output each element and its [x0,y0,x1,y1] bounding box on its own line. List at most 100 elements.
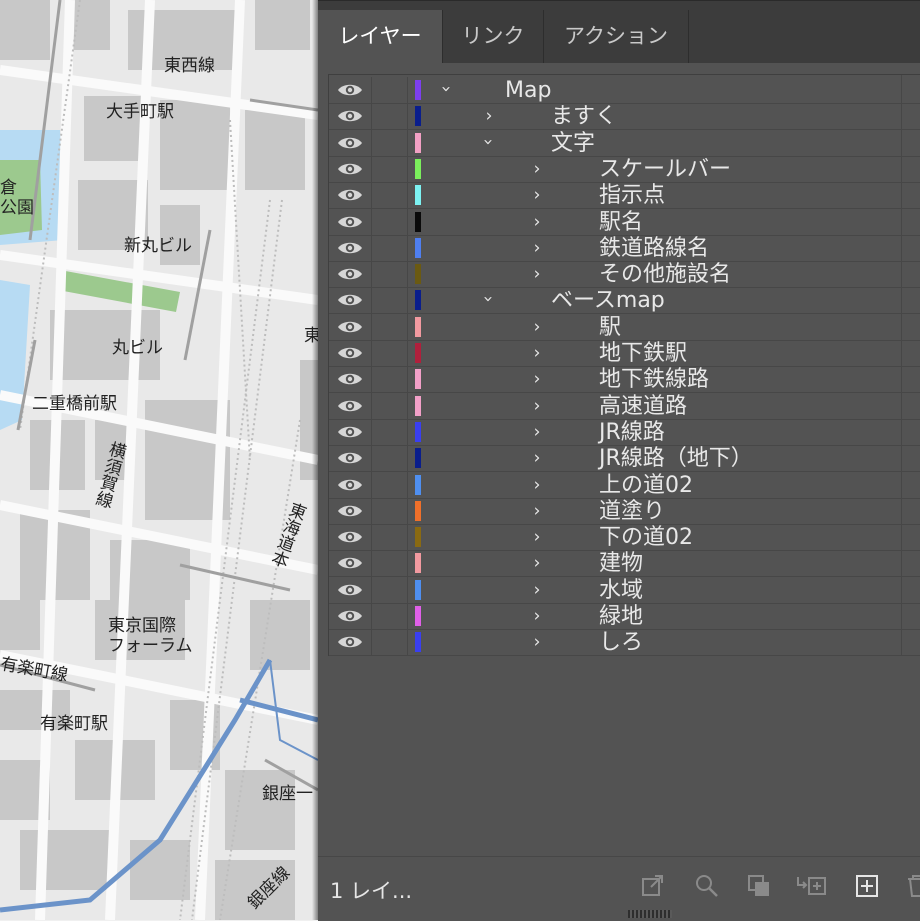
layer-row[interactable]: › 緑地 [329,603,920,630]
chevron-right-icon[interactable]: › [527,394,547,416]
layer-row[interactable]: › Map [329,77,920,104]
layer-name[interactable]: 高速道路 [599,393,687,419]
layer-row[interactable]: › 建物 [329,550,920,578]
map-label-otemachi-station: 大手町駅 [106,102,174,122]
visibility-eye-icon[interactable] [337,554,363,572]
layer-row[interactable]: › 高速道路 [329,392,920,420]
chevron-right-icon[interactable]: › [527,551,547,573]
chevron-right-icon[interactable]: › [527,630,547,652]
layer-name[interactable]: ますく [551,103,617,129]
layer-name[interactable]: 道塗り [599,498,665,524]
layer-row[interactable]: › 上の道02 [329,471,920,499]
layer-name[interactable]: 下の道02 [599,524,693,550]
visibility-eye-icon[interactable] [337,134,363,152]
visibility-eye-icon[interactable] [337,502,363,520]
chevron-right-icon[interactable]: › [479,104,499,126]
layer-row[interactable]: › JR線路（地下） [329,445,920,473]
layer-name[interactable]: その他施設名 [599,261,731,287]
chevron-right-icon[interactable]: › [527,262,547,284]
layer-row[interactable]: › 地下鉄線路 [329,366,920,394]
visibility-eye-icon[interactable] [337,397,363,415]
layer-name[interactable]: 地下鉄線路 [599,366,709,392]
visibility-eye-icon[interactable] [337,107,363,125]
visibility-eye-icon[interactable] [337,160,363,178]
layer-row[interactable]: › 水域 [329,576,920,604]
visibility-eye-icon[interactable] [337,186,363,204]
visibility-eye-icon[interactable] [337,607,363,625]
new-layer-icon[interactable] [854,873,880,899]
chevron-right-icon[interactable]: › [527,183,547,205]
visibility-eye-icon[interactable] [337,423,363,441]
layer-row[interactable]: › 道塗り [329,497,920,525]
panel-resize-grip[interactable] [628,910,672,918]
layer-row[interactable]: › 地下鉄駅 [329,340,920,367]
visibility-eye-icon[interactable] [337,476,363,494]
visibility-eye-icon[interactable] [337,239,363,257]
visibility-eye-icon[interactable] [337,265,363,283]
search-icon[interactable] [694,873,720,899]
tab-actions[interactable]: アクション [544,10,689,63]
layer-name[interactable]: 上の道02 [599,472,693,498]
chevron-right-icon[interactable]: › [527,578,547,600]
layer-row[interactable]: › 駅名 [329,208,920,236]
layer-row[interactable]: › JR線路 [329,418,920,446]
layer-row[interactable]: › 文字 [329,129,920,157]
layer-name[interactable]: Map [505,77,551,103]
chevron-right-icon[interactable]: › [527,446,547,468]
visibility-eye-icon[interactable] [337,449,363,467]
layer-name[interactable]: ベースmap [551,287,665,313]
map-canvas[interactable]: 東西線 大手町駅 倉 公園 新丸ビル 東 丸ビル 二重橋前駅 横須賀線 東海道本… [0,0,318,920]
visibility-eye-icon[interactable] [337,581,363,599]
tab-links[interactable]: リンク [443,10,544,63]
chevron-right-icon[interactable]: › [527,210,547,232]
chevron-right-icon[interactable]: › [527,525,547,547]
visibility-eye-icon[interactable] [337,291,363,309]
chevron-right-icon[interactable]: › [527,315,547,337]
layer-row[interactable]: › 鉄道路線名 [329,234,920,262]
chevron-right-icon[interactable]: › [527,473,547,495]
layer-name[interactable]: 駅名 [599,209,643,235]
chevron-down-icon[interactable]: › [478,132,500,152]
chevron-right-icon[interactable]: › [527,499,547,521]
layer-name[interactable]: 地下鉄駅 [599,340,687,366]
layer-name[interactable]: JR線路 [599,419,665,445]
layer-row[interactable]: › ますく [329,103,920,131]
visibility-eye-icon[interactable] [337,213,363,231]
chevron-right-icon[interactable]: › [527,367,547,389]
chevron-down-icon[interactable]: › [436,79,458,99]
chevron-right-icon[interactable]: › [527,236,547,258]
layer-name[interactable]: JR線路（地下） [599,445,753,471]
layer-name[interactable]: 建物 [599,550,643,576]
export-icon[interactable] [640,873,666,899]
layer-row[interactable]: › ベースmap [329,287,920,315]
layer-row[interactable]: › その他施設名 [329,261,920,289]
sublayer-add-icon[interactable] [796,873,830,899]
layer-name[interactable]: 駅 [599,314,621,340]
layer-row[interactable]: › しろ [329,629,920,657]
layer-row[interactable]: › 指示点 [329,182,920,210]
chevron-right-icon[interactable]: › [527,157,547,179]
trash-icon[interactable] [904,873,920,899]
chevron-right-icon[interactable]: › [527,341,547,363]
layer-name[interactable]: しろ [599,629,643,655]
clip-mask-icon[interactable] [746,873,772,899]
layer-name[interactable]: 鉄道路線名 [599,235,709,261]
tab-layers[interactable]: レイヤー [318,10,443,63]
chevron-right-icon[interactable]: › [527,604,547,626]
visibility-eye-icon[interactable] [337,633,363,651]
layer-name[interactable]: 指示点 [599,182,665,208]
visibility-eye-icon[interactable] [337,528,363,546]
chevron-right-icon[interactable]: › [527,420,547,442]
layer-name[interactable]: スケールバー [599,156,731,182]
visibility-eye-icon[interactable] [337,81,363,99]
visibility-eye-icon[interactable] [337,344,363,362]
chevron-down-icon[interactable]: › [478,289,500,309]
layer-row[interactable]: › スケールバー [329,155,920,183]
layer-name[interactable]: 文字 [551,130,595,156]
layer-row[interactable]: › 駅 [329,313,920,341]
visibility-eye-icon[interactable] [337,370,363,388]
layer-name[interactable]: 緑地 [599,603,643,629]
layer-row[interactable]: › 下の道02 [329,524,920,552]
layer-name[interactable]: 水域 [599,577,643,603]
visibility-eye-icon[interactable] [337,318,363,336]
